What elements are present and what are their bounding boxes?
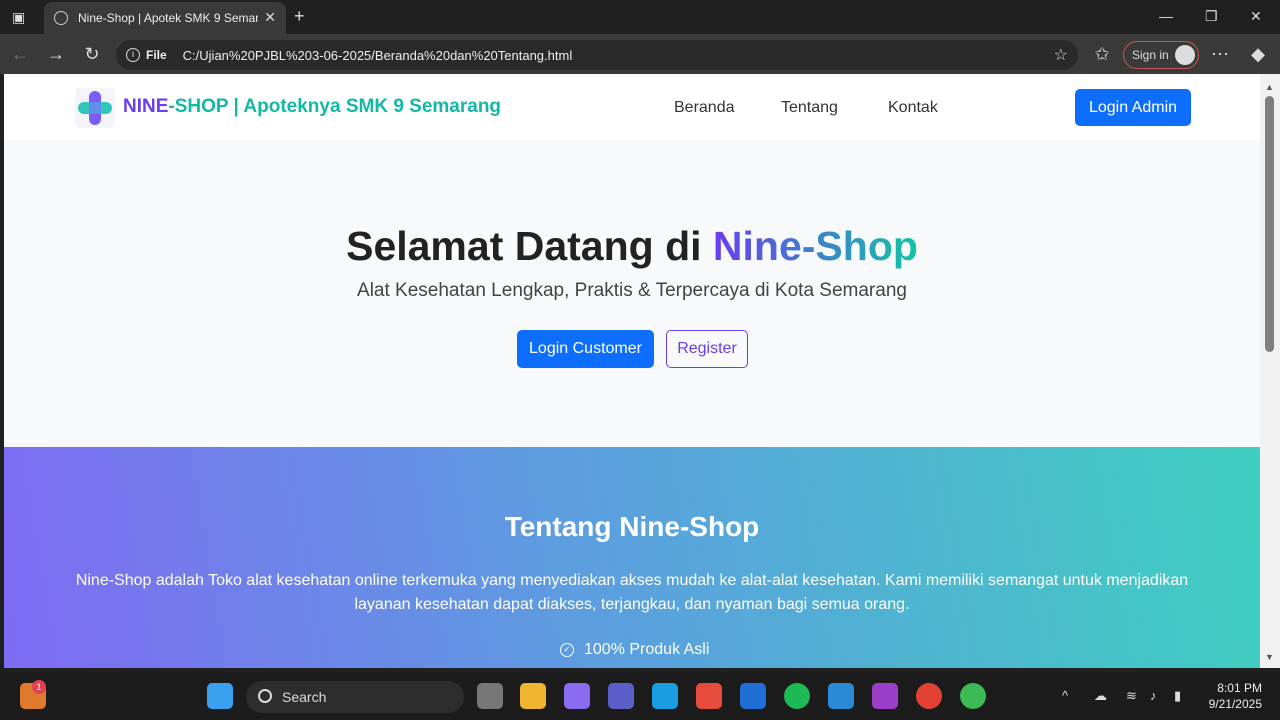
scroll-up-icon[interactable]: ▲ xyxy=(1265,82,1274,92)
browser-toolbar: ← → ↻ i File C:/Ujian%20PJBL%203-06-2025… xyxy=(0,34,1280,74)
tab-actions-icon[interactable]: ▣ xyxy=(12,9,25,26)
url-text[interactable]: C:/Ujian%20PJBL%203-06-2025/Beranda%20da… xyxy=(183,48,573,63)
start-icon[interactable] xyxy=(207,683,233,709)
nav-link-tentang[interactable]: Tentang xyxy=(781,99,838,117)
hero-title: Selamat Datang di Nine-Shop xyxy=(4,223,1260,270)
about-heading: Tentang Nine-Shop xyxy=(504,511,760,542)
close-window-icon[interactable]: ✕ xyxy=(1250,8,1262,25)
site-navbar: NINE-SHOP | Apoteknya SMK 9 Semarang Ber… xyxy=(4,74,1260,140)
task-view-icon[interactable] xyxy=(477,683,503,709)
address-bar[interactable]: i File C:/Ujian%20PJBL%203-06-2025/Beran… xyxy=(116,40,1078,70)
scroll-down-icon[interactable]: ▼ xyxy=(1265,652,1274,662)
avatar-icon xyxy=(1175,45,1195,65)
hero-title-highlight: Nine-Shop xyxy=(712,223,918,269)
about-description: Nine-Shop adalah Toko alat kesehatan onl… xyxy=(75,572,1189,613)
copilot-app-icon[interactable] xyxy=(564,683,590,709)
hero-subtitle: Alat Kesehatan Lengkap, Praktis & Terper… xyxy=(357,280,907,301)
feature-item: ✓ 100% Produk Asli xyxy=(560,641,709,659)
scrollbar-thumb[interactable] xyxy=(1265,96,1274,352)
file-explorer-icon[interactable] xyxy=(520,683,546,709)
app-icon[interactable] xyxy=(740,683,766,709)
battery-icon[interactable]: ▮ xyxy=(1174,688,1181,704)
tray-chevron-icon[interactable]: ^ xyxy=(1062,688,1068,703)
cloud-icon[interactable]: ☁ xyxy=(1094,688,1107,704)
signin-label: Sign in xyxy=(1132,48,1169,62)
system-clock[interactable]: 8:01 PM 9/21/2025 xyxy=(1209,680,1262,712)
search-placeholder: Search xyxy=(282,689,327,705)
wifi-icon[interactable]: ≋ xyxy=(1126,688,1137,704)
signin-button[interactable]: Sign in xyxy=(1123,41,1199,69)
page-scrollbar[interactable]: ▲ ▼ xyxy=(1260,74,1280,668)
chrome-profile-icon[interactable] xyxy=(960,683,986,709)
address-scheme-label: File xyxy=(146,48,167,62)
about-section: Tentang Nine-Shop Nine-Shop adalah Toko … xyxy=(4,447,1260,668)
brand-part2: -SHOP | Apoteknya SMK 9 Semarang xyxy=(168,96,502,117)
check-circle-icon: ✓ xyxy=(560,643,574,657)
vscode-icon[interactable] xyxy=(828,683,854,709)
windows-taskbar: 1 Search ^ ☁ ≋ ♪ ▮ 8:01 PM 9/21/2025 xyxy=(0,672,1280,720)
edge-icon[interactable] xyxy=(652,683,678,709)
search-icon xyxy=(258,689,272,703)
notification-badge: 1 xyxy=(32,680,46,694)
nav-link-kontak[interactable]: Kontak xyxy=(888,99,938,117)
minimize-icon[interactable]: — xyxy=(1159,8,1173,24)
browser-titlebar: ▣ Nine-Shop | Apotek SMK 9 Semarang ✕ + … xyxy=(0,0,1280,34)
pharmacy-cross-logo-icon xyxy=(75,88,115,128)
globe-icon xyxy=(54,11,68,25)
register-button[interactable]: Register xyxy=(666,330,748,368)
forward-icon[interactable]: → xyxy=(44,42,68,66)
hero-section: Selamat Datang di Nine-Shop Alat Kesehat… xyxy=(4,140,1260,447)
store-icon[interactable] xyxy=(696,683,722,709)
web-page: NINE-SHOP | Apoteknya SMK 9 Semarang Ber… xyxy=(4,74,1260,668)
clock-date: 9/21/2025 xyxy=(1208,697,1262,711)
app-icon-2[interactable] xyxy=(872,683,898,709)
reload-icon[interactable]: ↻ xyxy=(80,42,104,66)
star-icon[interactable]: ☆ xyxy=(1054,45,1068,65)
login-customer-button[interactable]: Login Customer xyxy=(517,330,654,368)
browser-tab[interactable]: Nine-Shop | Apotek SMK 9 Semarang ✕ xyxy=(44,2,286,34)
brand-part1: NINE xyxy=(123,96,169,117)
hero-title-prefix: Selamat Datang di xyxy=(346,223,713,269)
site-brand[interactable]: NINE-SHOP | Apoteknya SMK 9 Semarang xyxy=(123,96,501,118)
restore-icon[interactable]: ❐ xyxy=(1205,8,1218,25)
tab-title: Nine-Shop | Apotek SMK 9 Semarang xyxy=(78,11,258,25)
copilot-icon[interactable]: ◆ xyxy=(1246,42,1270,66)
back-icon[interactable]: ← xyxy=(8,42,32,66)
more-icon[interactable]: ⋯ xyxy=(1208,42,1232,66)
teams-icon[interactable] xyxy=(608,683,634,709)
nav-link-beranda[interactable]: Beranda xyxy=(674,99,735,117)
new-tab-icon[interactable]: + xyxy=(294,6,305,27)
clock-time: 8:01 PM xyxy=(1217,681,1262,695)
chrome-icon[interactable] xyxy=(916,683,942,709)
info-icon[interactable]: i xyxy=(126,48,140,62)
close-tab-icon[interactable]: ✕ xyxy=(264,9,276,26)
feature-label: 100% Produk Asli xyxy=(584,641,710,658)
taskbar-search[interactable]: Search xyxy=(246,681,464,713)
favorites-icon[interactable]: ✩ xyxy=(1090,42,1114,66)
volume-icon[interactable]: ♪ xyxy=(1150,688,1157,703)
login-admin-button[interactable]: Login Admin xyxy=(1075,89,1191,126)
spotify-icon[interactable] xyxy=(784,683,810,709)
